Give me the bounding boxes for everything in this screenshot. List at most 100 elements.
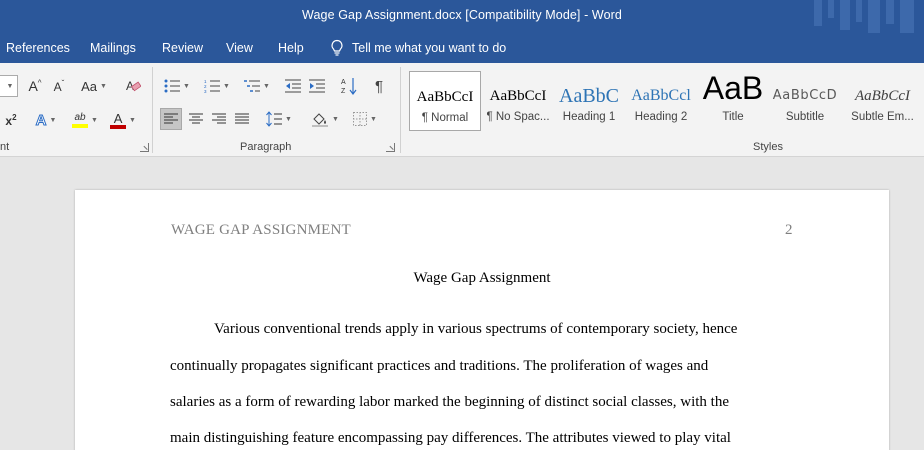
style-preview: AaBbCcl (631, 87, 691, 104)
change-case-button[interactable]: Aa ▼ (78, 75, 110, 97)
title-bar: Wage Gap Assignment.docx [Compatibility … (0, 0, 924, 33)
superscript-button[interactable]: x2 (2, 109, 20, 131)
shrink-font-icon: Aˇ (53, 78, 65, 94)
font-color-icon: A (110, 112, 127, 129)
numbering-icon: 1 2 3 (204, 79, 221, 93)
chevron-down-icon: ▼ (49, 116, 57, 124)
window-title: Wage Gap Assignment.docx [Compatibility … (302, 8, 622, 22)
align-center-icon (189, 113, 203, 124)
style-preview: AaBbCcI (416, 89, 474, 105)
highlight-icon: ab (72, 112, 89, 128)
multilevel-list-button[interactable]: ▼ (240, 75, 274, 97)
chevron-down-icon: ▼ (99, 82, 107, 90)
group-divider (400, 67, 401, 153)
tab-help[interactable]: Help (278, 41, 304, 55)
chevron-down-icon: ▼ (6, 82, 14, 90)
font-color-button[interactable]: A ▼ (106, 109, 140, 131)
borders-button[interactable]: ▼ (348, 108, 382, 130)
change-case-icon: Aa (81, 78, 97, 94)
style-subtle-emphasis[interactable]: AaBbCcI Subtle Em... (841, 71, 924, 131)
show-formatting-marks-icon: ¶ (374, 77, 384, 95)
increase-indent-icon (309, 79, 325, 93)
style-preview: AaBbCcD (772, 88, 838, 103)
highlight-button[interactable]: ab ▼ (68, 109, 102, 131)
align-left-button[interactable] (160, 108, 182, 130)
superscript-icon: x2 (5, 112, 17, 128)
style-preview: AaB (702, 75, 764, 106)
line-spacing-icon (266, 111, 283, 127)
style-normal[interactable]: AaBbCcI ¶ Normal (409, 71, 481, 131)
tab-review[interactable]: Review (162, 41, 203, 55)
tell-me-label: Tell me what you want to do (352, 41, 507, 55)
bullets-button[interactable]: ▼ (160, 75, 194, 97)
svg-text:Z: Z (341, 88, 346, 95)
align-right-icon (212, 113, 226, 124)
font-dialog-launcher-icon[interactable] (140, 143, 149, 152)
justify-button[interactable] (231, 108, 253, 130)
chevron-down-icon: ▼ (183, 82, 190, 90)
show-formatting-marks-button[interactable]: ¶ (368, 75, 390, 97)
style-name: Subtitle (785, 111, 825, 123)
paragraph-line: continually propagates significant pract… (170, 358, 709, 374)
chevron-down-icon: ▼ (91, 116, 98, 124)
style-preview: AaBbC (559, 85, 619, 107)
sort-button[interactable]: A Z (338, 75, 360, 97)
style-name: Subtle Em... (851, 111, 914, 123)
page-header-title: WAGE GAP ASSIGNMENT (171, 222, 351, 238)
align-right-button[interactable] (208, 108, 230, 130)
page-number: 2 (785, 222, 793, 238)
bullets-icon (164, 79, 181, 93)
grow-font-button[interactable]: A^ (24, 75, 46, 97)
style-heading-2[interactable]: AaBbCcl Heading 2 (625, 71, 697, 131)
chevron-down-icon: ▼ (223, 82, 230, 90)
style-no-spacing[interactable]: AaBbCcI ¶ No Spac... (482, 71, 554, 131)
borders-icon (353, 112, 368, 126)
styles-group-label: Styles (753, 141, 783, 153)
tab-references[interactable]: References (6, 41, 70, 55)
chevron-down-icon: ▼ (332, 115, 339, 123)
group-divider (152, 67, 153, 153)
line-spacing-button[interactable]: ▼ (262, 108, 296, 130)
styles-gallery: AaBbCcI ¶ Normal AaBbCcI ¶ No Spac... Aa… (407, 69, 924, 133)
document-page[interactable]: WAGE GAP ASSIGNMENT 2 Wage Gap Assignmen… (75, 190, 889, 450)
tab-mailings[interactable]: Mailings (90, 41, 136, 55)
style-title[interactable]: AaB Title (697, 71, 769, 131)
style-name: Heading 2 (634, 111, 688, 123)
document-title: Wage Gap Assignment (413, 270, 551, 286)
style-subtitle[interactable]: AaBbCcD Subtitle (769, 71, 841, 131)
increase-indent-button[interactable] (306, 75, 328, 97)
paragraph-line: Various conventional trends apply in var… (214, 321, 738, 337)
style-name: Title (722, 111, 744, 123)
align-left-icon (164, 113, 178, 124)
chevron-down-icon: ▼ (129, 116, 136, 124)
lightbulb-icon (331, 39, 343, 56)
multilevel-list-icon (244, 80, 261, 92)
style-preview: AaBbCcI (489, 88, 547, 104)
shading-button[interactable]: ▼ (308, 108, 342, 130)
style-heading-1[interactable]: AaBbC Heading 1 (553, 71, 625, 131)
text-effects-icon: A (35, 111, 47, 129)
justify-icon (235, 113, 249, 124)
decrease-indent-button[interactable] (282, 75, 304, 97)
clear-formatting-button[interactable]: A (122, 75, 144, 97)
chevron-down-icon: ▼ (285, 115, 292, 123)
text-effects-button[interactable]: A ▼ (30, 109, 62, 131)
style-preview: AaBbCcI (855, 88, 910, 104)
tab-view[interactable]: View (226, 41, 253, 55)
ribbon-home: ▼ A^ Aˇ Aa ▼ A x2 A ▼ ab ▼ A ▼ nt ▼ 1 2 … (0, 63, 924, 157)
title-bar-decoration (814, 0, 914, 33)
paragraph-dialog-launcher-icon[interactable] (386, 143, 395, 152)
tell-me-search[interactable]: Tell me what you want to do (330, 38, 506, 58)
shrink-font-button[interactable]: Aˇ (48, 75, 70, 97)
align-center-button[interactable] (185, 108, 207, 130)
clear-formatting-icon: A (126, 79, 141, 93)
style-name: Heading 1 (562, 111, 616, 123)
paragraph-line: salaries as a form of rewarding labor ma… (170, 394, 729, 410)
numbering-button[interactable]: 1 2 3 ▼ (200, 75, 234, 97)
svg-text:3: 3 (204, 89, 207, 93)
paragraph-line: main distinguishing feature encompassing… (170, 430, 731, 446)
shading-icon (312, 113, 329, 127)
style-name: ¶ No Spac... (486, 111, 550, 123)
font-size-dropdown[interactable]: ▼ (0, 75, 18, 97)
chevron-down-icon: ▼ (263, 82, 270, 90)
